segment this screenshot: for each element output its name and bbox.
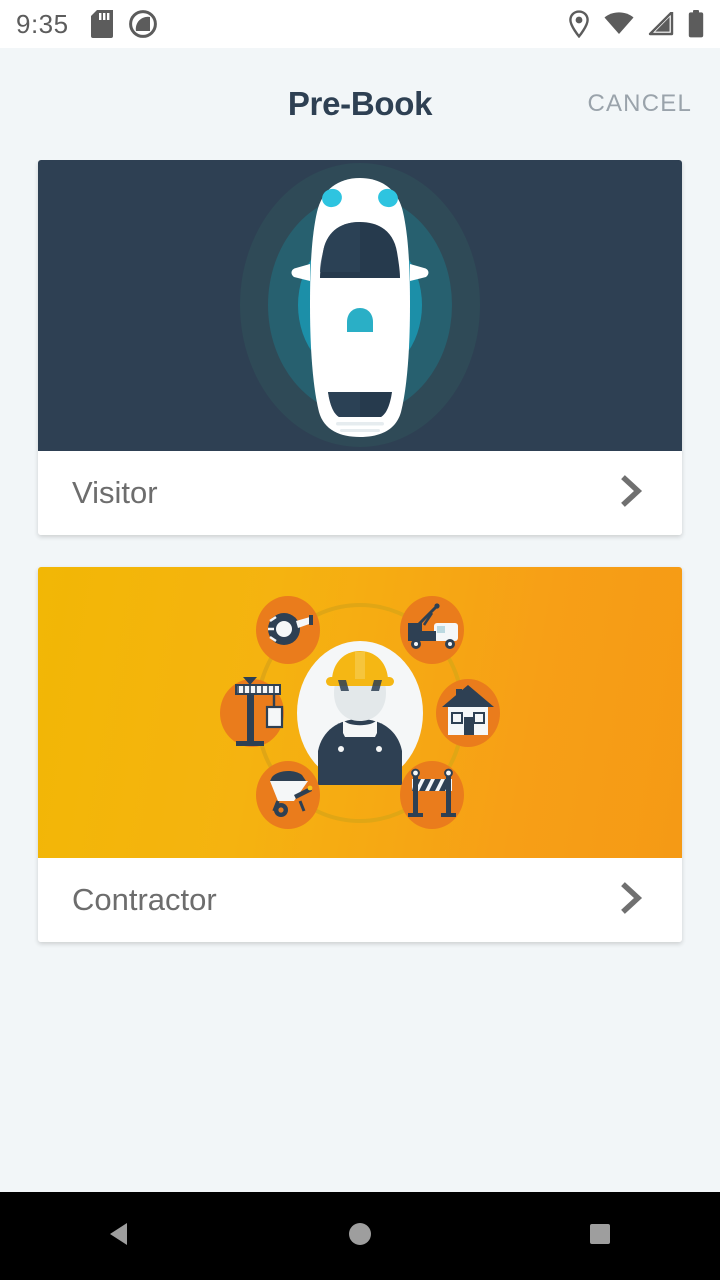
card-list: Visitor Contractor (0, 160, 720, 942)
recents-button[interactable] (583, 1217, 617, 1256)
house-icon (436, 679, 500, 747)
contractor-card[interactable]: Contractor (38, 567, 682, 942)
wheelbarrow-icon (256, 761, 320, 829)
visitor-label: Visitor (72, 475, 158, 510)
contractor-label: Contractor (72, 882, 217, 917)
tower-crane-icon (220, 677, 284, 747)
tape-measure-icon (256, 596, 320, 664)
wifi-icon (604, 12, 634, 36)
crane-truck-icon (400, 596, 464, 664)
status-left-icon-group (90, 10, 157, 38)
back-button[interactable] (103, 1217, 137, 1256)
chevron-right-icon (614, 881, 648, 920)
road-barrier-icon (400, 761, 464, 829)
home-button[interactable] (343, 1217, 377, 1256)
visitor-row[interactable]: Visitor (38, 451, 682, 535)
car-top-view-illustration (38, 160, 682, 451)
status-time: 9:35 (16, 8, 69, 39)
location-icon (568, 10, 590, 38)
cancel-button[interactable]: CANCEL (583, 84, 696, 124)
contractor-row[interactable]: Contractor (38, 858, 682, 942)
android-navigation-bar (0, 1192, 720, 1280)
status-right-icon-group (568, 10, 704, 38)
construction-worker-avatar (297, 641, 423, 785)
chevron-right-icon (614, 474, 648, 513)
battery-icon (688, 10, 704, 38)
app-header: Pre-Book CANCEL (0, 48, 720, 160)
page-title: Pre-Book (287, 85, 433, 122)
visitor-card[interactable]: Visitor (38, 160, 682, 535)
do-not-disturb-icon (128, 10, 157, 38)
cellular-signal-icon (648, 12, 674, 36)
contractor-trades-illustration (38, 567, 682, 858)
status-bar: 9:35 (0, 0, 720, 48)
sd-card-icon (90, 10, 113, 38)
